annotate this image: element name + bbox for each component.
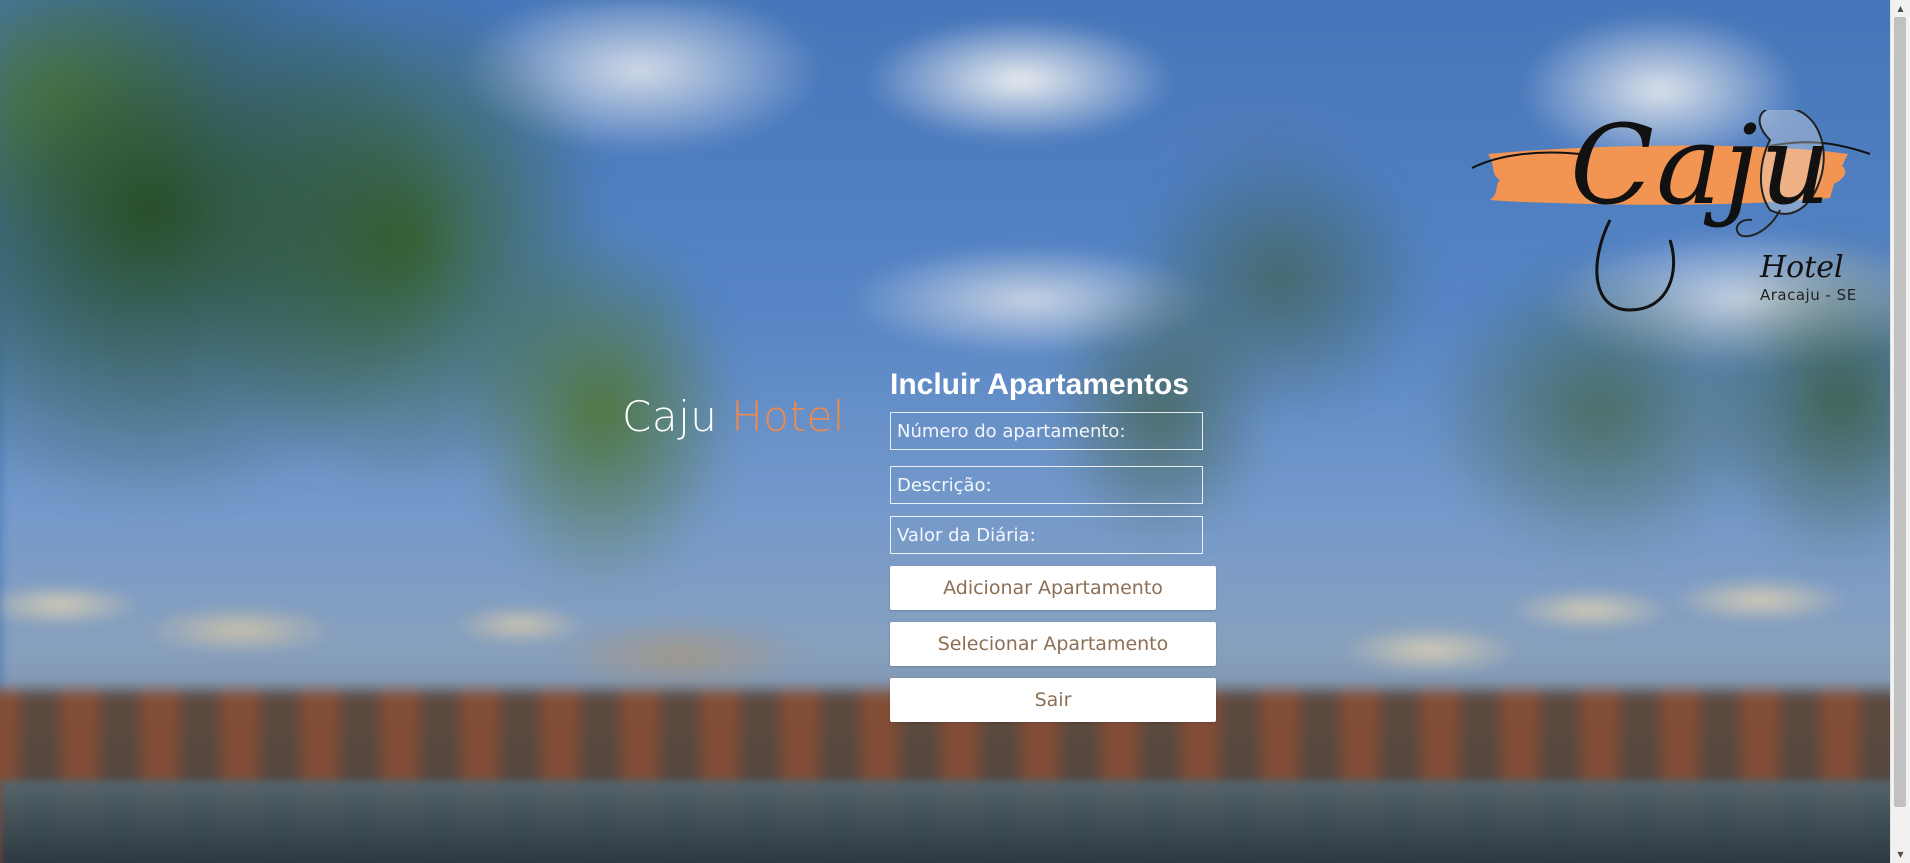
include-apartment-form: Incluir Apartamentos Adicionar Apartamen… (890, 368, 1216, 734)
brand-title: Caju Hotel (622, 392, 845, 441)
vertical-scrollbar[interactable]: ▲ ▼ (1890, 0, 1910, 863)
logo-hotel-text: Hotel (1760, 250, 1844, 285)
form-heading: Incluir Apartamentos (890, 368, 1189, 401)
page: Caju Hotel Aracaju - SE Caju Hotel Inclu… (0, 0, 1910, 863)
scroll-up-icon[interactable]: ▲ (1891, 0, 1910, 17)
hotel-logo: Caju Hotel Aracaju - SE (1470, 110, 1880, 320)
brand-word-caju: Caju (622, 392, 718, 441)
logo-script-text: Caju (1570, 101, 1833, 229)
logo-city-text: Aracaju - SE (1760, 286, 1857, 304)
scrollbar-thumb[interactable] (1894, 17, 1906, 807)
description-input[interactable] (890, 466, 1203, 504)
exit-button[interactable]: Sair (890, 678, 1216, 722)
add-apartment-button[interactable]: Adicionar Apartamento (890, 566, 1216, 610)
brand-word-hotel: Hotel (731, 392, 845, 441)
apartment-number-input[interactable] (890, 412, 1203, 450)
daily-rate-input[interactable] (890, 516, 1203, 554)
scroll-down-icon[interactable]: ▼ (1891, 846, 1910, 863)
select-apartment-button[interactable]: Selecionar Apartamento (890, 622, 1216, 666)
